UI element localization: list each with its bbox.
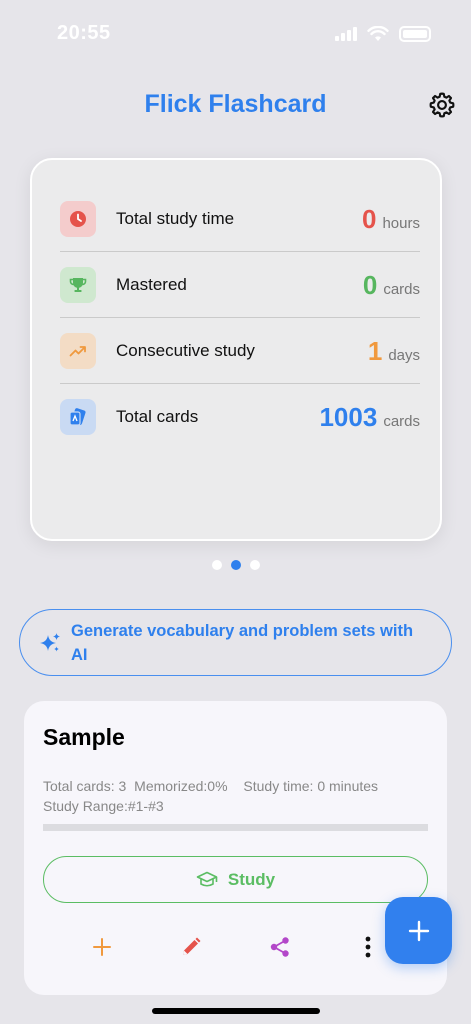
stat-icon-bg xyxy=(60,399,96,435)
create-deck-fab[interactable] xyxy=(385,897,452,964)
stat-value: 0 xyxy=(362,203,377,234)
stat-icon-bg xyxy=(60,333,96,369)
stat-unit: cards xyxy=(383,280,420,298)
trophy-icon xyxy=(69,278,87,292)
clock-icon xyxy=(70,211,86,227)
signal-icon xyxy=(335,27,357,41)
deck-study-time: Study time: 0 minutes xyxy=(243,778,379,794)
stat-row-total-cards: Total cards 1003 cards xyxy=(60,384,420,450)
status-bar: 20:55 xyxy=(0,0,471,70)
edit-deck-button[interactable] xyxy=(173,929,209,965)
app-title: Flick Flashcard xyxy=(144,90,327,118)
stat-unit: days xyxy=(388,346,420,364)
stat-icon-bg xyxy=(60,267,96,303)
ai-generate-label: Generate vocabulary and problem sets wit… xyxy=(71,621,414,664)
stat-label: Total cards xyxy=(116,407,199,426)
stat-label: Total study time xyxy=(116,209,235,228)
deck-card[interactable]: Sample Total cards: 3 Memorized:0% Study… xyxy=(24,701,447,995)
stat-label: Consecutive study xyxy=(116,341,255,360)
stat-unit: cards xyxy=(383,412,420,430)
trend-up-icon xyxy=(69,346,86,357)
stat-value: 0 xyxy=(362,269,378,300)
more-vertical-icon xyxy=(365,936,371,958)
deck-memorized: Memorized:0% xyxy=(134,778,228,794)
deck-study-range: Study Range:#1-#3 xyxy=(43,798,164,814)
stat-row-mastered: Mastered 0 cards xyxy=(60,252,420,318)
study-button[interactable]: Study xyxy=(43,856,428,903)
gear-icon[interactable] xyxy=(429,92,455,118)
stat-label: Mastered xyxy=(116,275,187,294)
deck-actions xyxy=(24,929,447,965)
deck-info: Total cards: 3 Memorized:0% Study time: … xyxy=(43,776,378,816)
home-indicator[interactable] xyxy=(152,1008,320,1014)
carousel-dot[interactable] xyxy=(211,560,222,570)
add-card-button[interactable] xyxy=(84,929,120,965)
more-options-button[interactable] xyxy=(350,929,386,965)
stat-row-consecutive: Consecutive study 1 days xyxy=(60,318,420,384)
deck-progress-bar xyxy=(43,824,428,831)
share-deck-button[interactable] xyxy=(262,929,298,965)
plus-icon xyxy=(408,920,429,941)
status-time: 20:55 xyxy=(57,22,111,44)
share-icon xyxy=(270,937,289,957)
study-label: Study xyxy=(227,869,276,889)
stat-icon-bg xyxy=(60,201,96,237)
plus-icon xyxy=(93,938,111,956)
ai-generate-button[interactable]: Generate vocabulary and problem sets wit… xyxy=(19,609,452,676)
stat-unit: hours xyxy=(382,214,420,232)
carousel-dots[interactable] xyxy=(0,560,471,570)
stat-row-study-time: Total study time 0 hours xyxy=(60,186,420,252)
deck-total-cards: Total cards: 3 xyxy=(43,778,127,794)
status-icons xyxy=(335,26,431,42)
cards-icon xyxy=(69,408,86,426)
graduation-cap-icon xyxy=(196,871,218,887)
sparkles-icon xyxy=(40,632,60,651)
deck-name: Sample xyxy=(43,724,125,750)
stat-value: 1 xyxy=(367,335,383,366)
wifi-icon xyxy=(367,26,389,41)
pencil-icon xyxy=(183,937,201,955)
battery-icon xyxy=(399,26,431,42)
carousel-dot[interactable] xyxy=(249,560,260,570)
stat-value: 1003 xyxy=(319,401,378,432)
carousel-dot-active[interactable] xyxy=(230,560,241,570)
stats-card[interactable]: Total study time 0 hours Mastered 0 card… xyxy=(30,158,442,541)
